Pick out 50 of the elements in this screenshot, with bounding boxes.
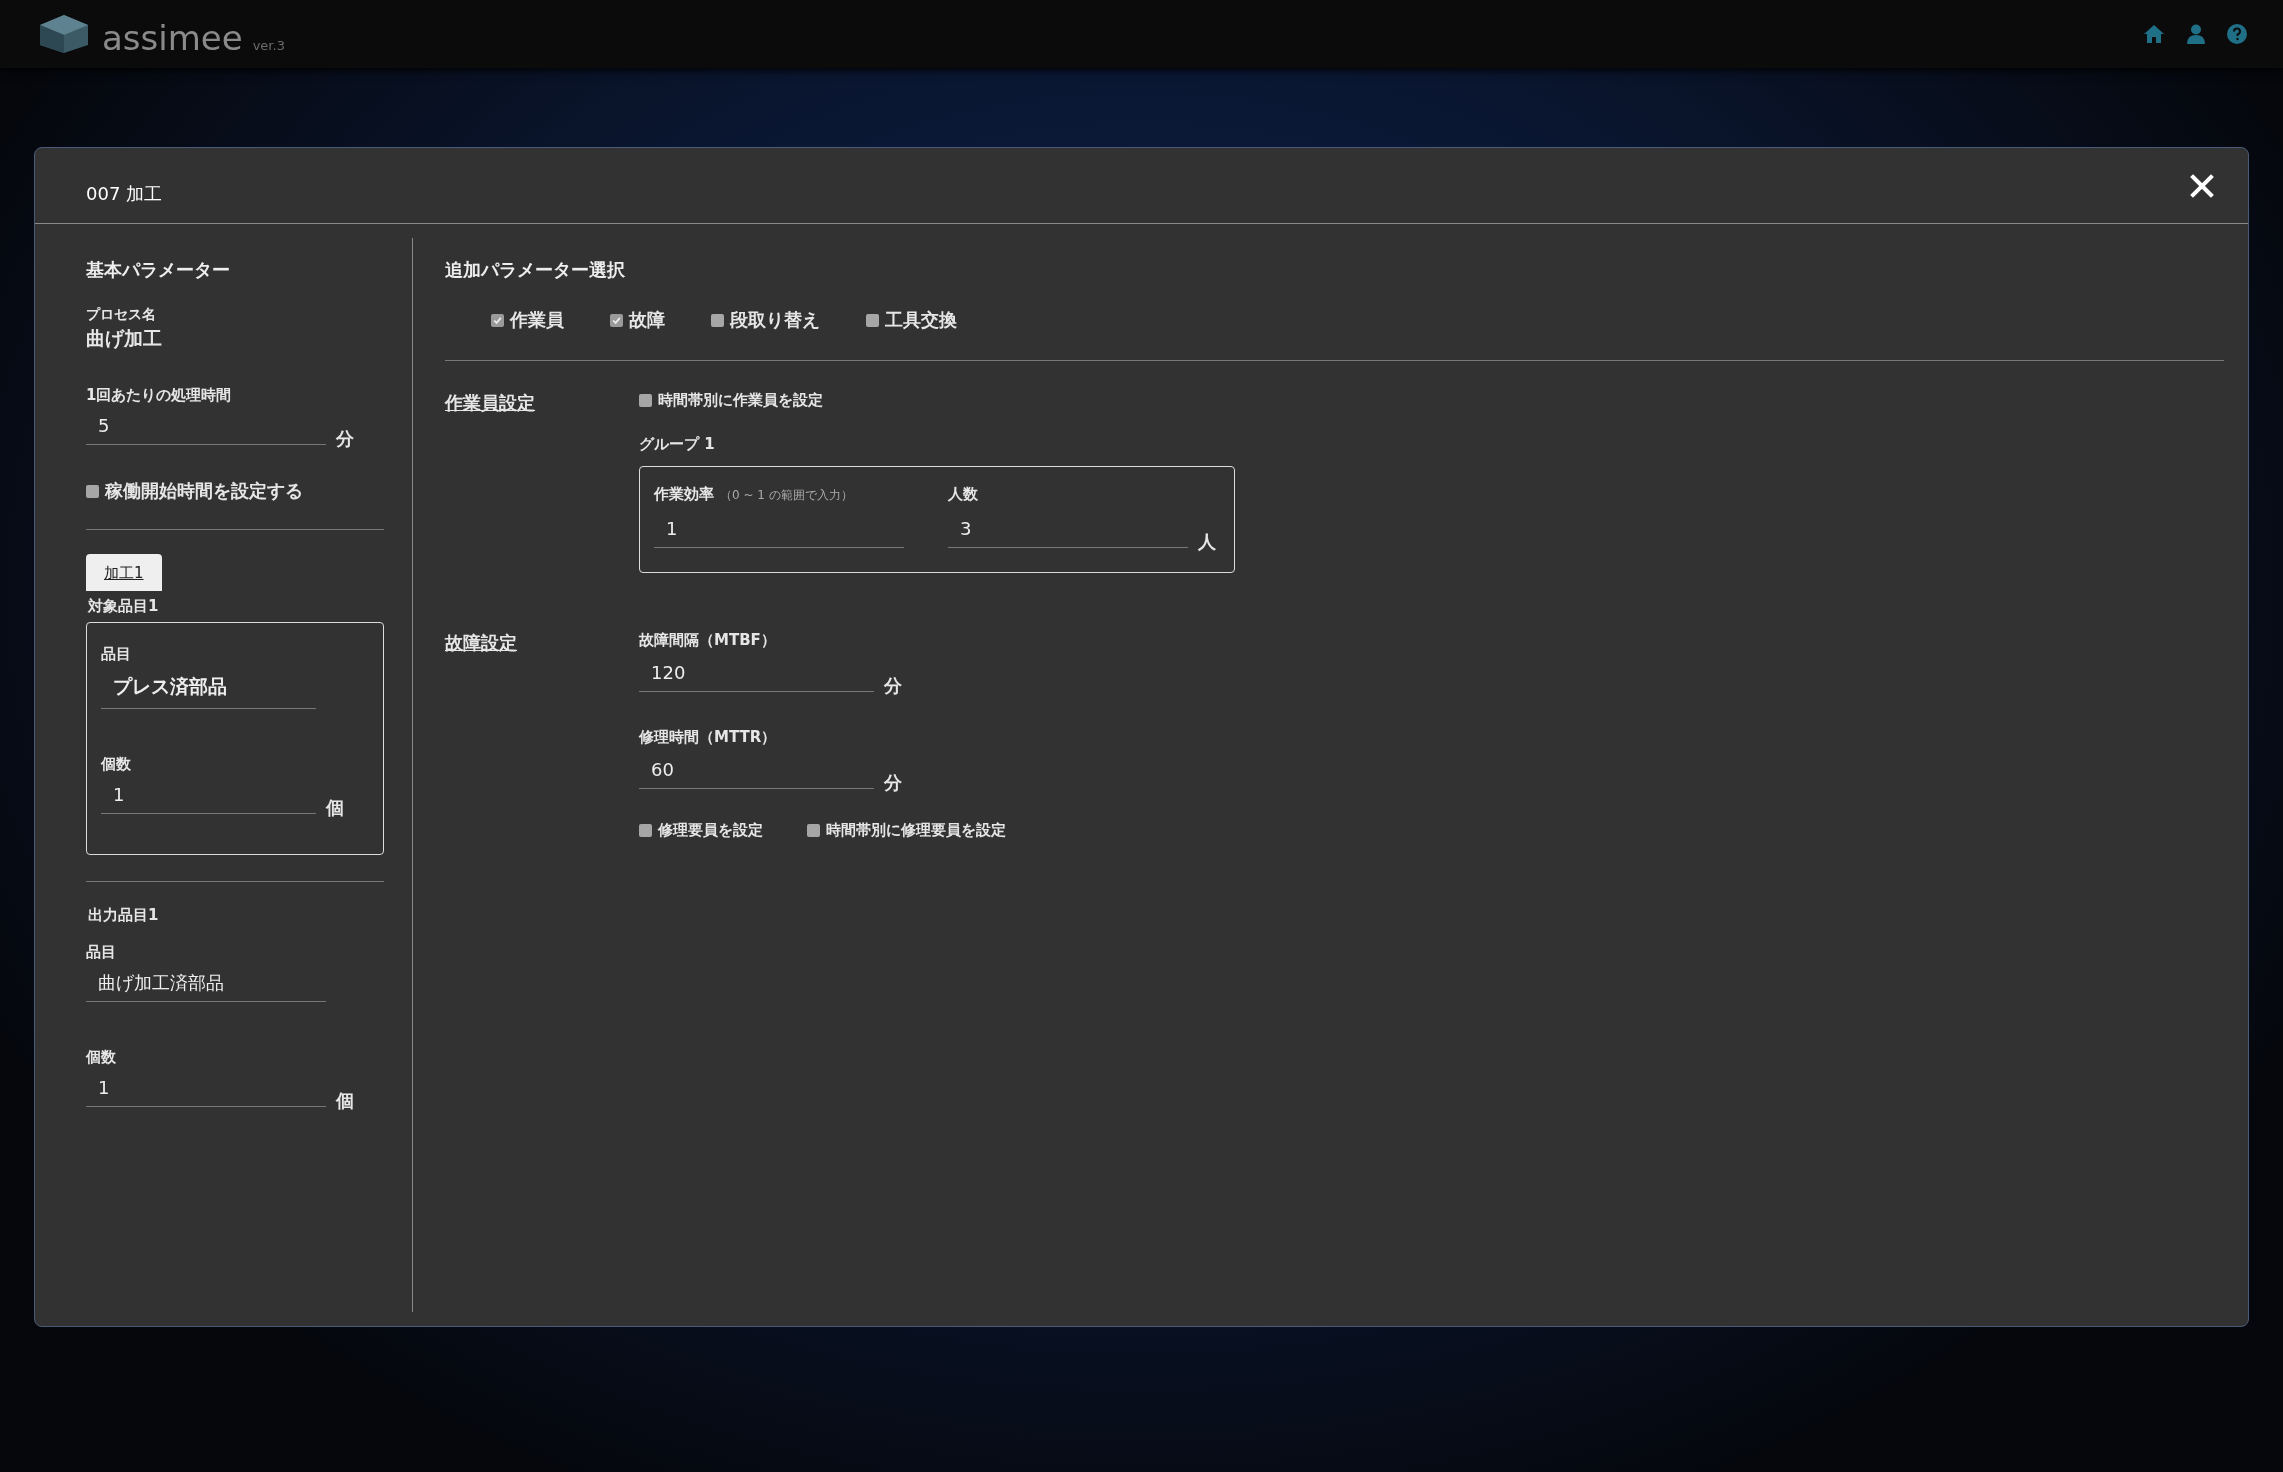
checkbox-option[interactable]: 時間帯別に修理要員を設定 [807, 821, 1006, 840]
input-field[interactable]: 5 [86, 405, 326, 445]
help-icon[interactable] [2227, 24, 2247, 44]
checkbox-option[interactable]: 工具交換 [866, 308, 957, 332]
field-label: プロセス名 [86, 306, 157, 324]
section-heading: 基本パラメーター [86, 258, 231, 282]
dialog-title: 007 加工 [86, 181, 163, 206]
section-heading: 追加パラメーター選択 [445, 258, 626, 282]
user-icon[interactable] [2187, 24, 2205, 44]
field-label: 品目 [101, 645, 132, 664]
checkbox-option[interactable]: 作業員 [491, 308, 564, 332]
close-icon[interactable] [2190, 173, 2214, 198]
field-label: 個数 [86, 1048, 117, 1067]
hint-text: （0 ~ 1 の範囲で入力） [720, 488, 853, 502]
app-logo-text: assimee [102, 21, 243, 55]
input-field[interactable]: 3 [948, 508, 1188, 548]
field-label: 1回あたりの処理時間 [86, 386, 233, 405]
input-field[interactable]: 1 [101, 774, 316, 814]
input-field[interactable]: プレス済部品 [101, 664, 316, 709]
group-heading: 対象品目1 [88, 597, 160, 616]
section-link[interactable]: 作業員設定 [445, 391, 639, 573]
process-tab[interactable]: 加工1 [86, 554, 162, 591]
unit-label: 分 [884, 674, 902, 698]
checkbox-option[interactable]: 時間帯別に作業員を設定 [639, 391, 823, 410]
field-label: 故障間隔（MTBF） [639, 631, 777, 650]
process-name: 曲げ加工 [86, 326, 163, 351]
group-heading: グループ 1 [639, 435, 716, 454]
input-field[interactable]: 120 [639, 652, 874, 692]
checkbox-option[interactable]: 段取り替え [711, 308, 820, 332]
input-field[interactable]: 60 [639, 749, 874, 789]
unit-label: 個 [326, 796, 344, 820]
field-label: 個数 [101, 755, 132, 774]
group-heading: 出力品目1 [88, 906, 160, 925]
input-field[interactable]: 曲げ加工済部品 [86, 962, 326, 1002]
input-field[interactable]: 1 [654, 508, 904, 548]
field-label: 作業効率 （0 ~ 1 の範囲で入力） [654, 485, 854, 504]
version-label: ver.3 [252, 38, 285, 53]
checkbox-option[interactable]: 修理要員を設定 [639, 821, 763, 840]
section-link[interactable]: 故障設定 [445, 631, 639, 840]
checkbox-option[interactable]: 稼働開始時間を設定する [86, 479, 303, 503]
unit-label: 人 [1198, 530, 1216, 554]
unit-label: 分 [884, 771, 902, 795]
home-icon[interactable] [2143, 24, 2165, 44]
checkbox-option[interactable]: 故障 [610, 308, 665, 332]
input-field[interactable]: 1 [86, 1067, 326, 1107]
unit-label: 個 [336, 1089, 354, 1113]
field-label: 品目 [86, 943, 117, 962]
field-label: 修理時間（MTTR） [639, 728, 778, 747]
unit-label: 分 [336, 427, 354, 451]
field-label: 人数 [948, 485, 979, 504]
